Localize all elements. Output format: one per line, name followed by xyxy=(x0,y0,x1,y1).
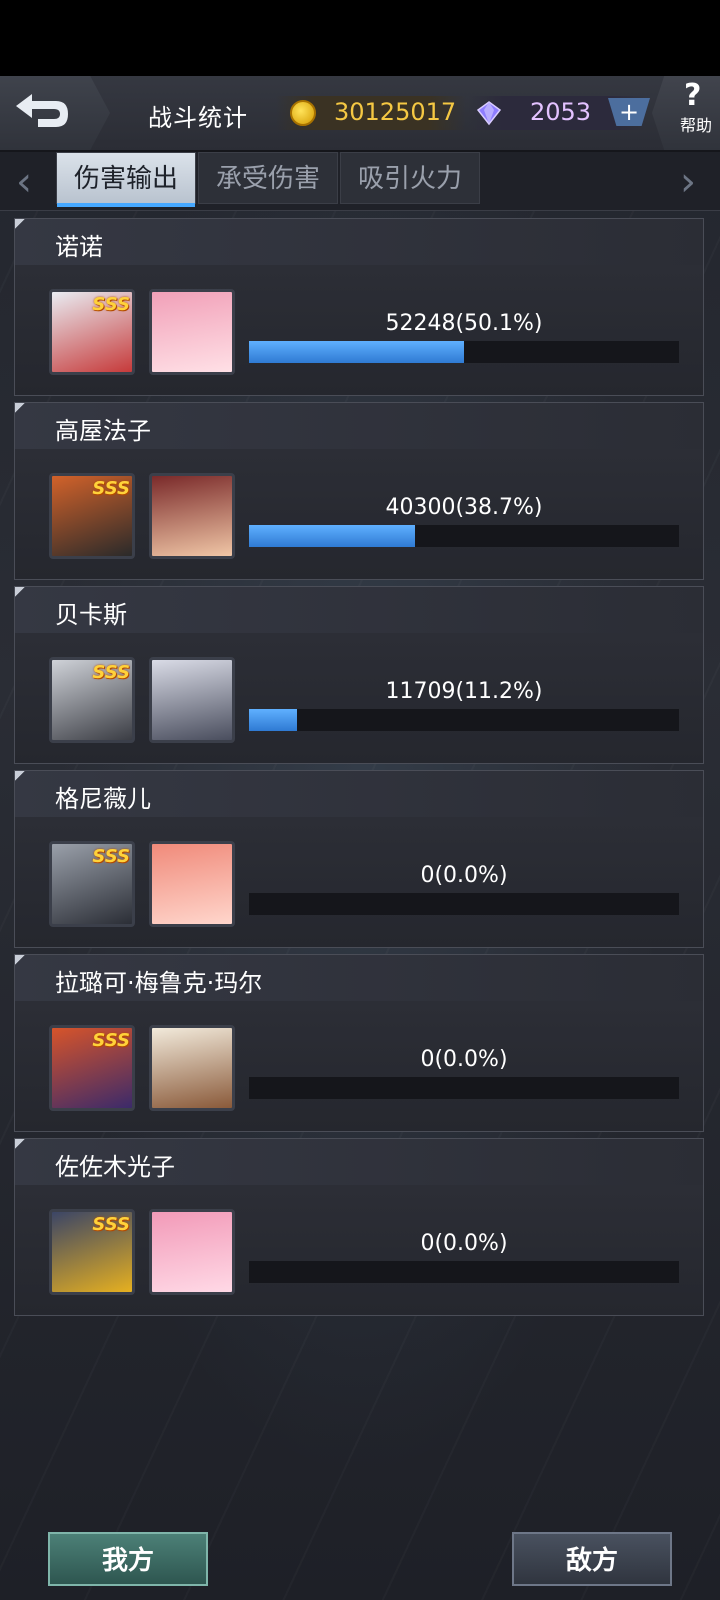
pilot-portrait[interactable] xyxy=(149,289,235,375)
damage-bar-fill xyxy=(249,709,298,731)
status-bar xyxy=(0,0,720,76)
damage-bar-track xyxy=(249,1077,679,1099)
pilot-portrait[interactable] xyxy=(149,657,235,743)
rank-badge: SSS xyxy=(92,478,130,499)
chevron-left-icon[interactable]: ‹ xyxy=(16,162,32,202)
mech-portrait[interactable]: SSS xyxy=(49,657,135,743)
pilot-row: 诺诺 SSS 52248(50.1%) xyxy=(14,218,704,396)
damage-bar-track xyxy=(249,709,679,731)
rank-badge: SSS xyxy=(92,662,130,683)
pilot-row-body: SSS 0(0.0%) xyxy=(15,1001,703,1131)
pilot-portrait[interactable] xyxy=(149,1025,235,1111)
pilot-name: 诺诺 xyxy=(55,233,103,261)
mech-portrait[interactable]: SSS xyxy=(49,1025,135,1111)
pilot-row-header: 拉璐可·梅鲁克·玛尔 xyxy=(15,955,703,1002)
pilot-portrait[interactable] xyxy=(149,473,235,559)
help-label: 帮助 xyxy=(680,116,713,135)
tab-draw-fire[interactable]: 吸引火力 xyxy=(340,152,480,204)
pilot-row-body: SSS 0(0.0%) xyxy=(15,817,703,947)
tab-bar: ‹ 伤害输出 承受伤害 吸引火力 › xyxy=(0,152,720,211)
rank-badge: SSS xyxy=(92,294,130,315)
gold-value: 30125017 xyxy=(334,98,457,126)
question-icon: ? xyxy=(684,78,702,113)
mech-portrait[interactable]: SSS xyxy=(49,289,135,375)
tab-damage-taken[interactable]: 承受伤害 xyxy=(198,152,338,204)
pilot-name: 高屋法子 xyxy=(55,417,151,445)
our-side-button[interactable]: 我方 xyxy=(48,1532,208,1586)
help-button[interactable]: ? 帮助 xyxy=(652,76,720,150)
damage-stat: 0(0.0%) xyxy=(420,1047,508,1072)
mech-portrait[interactable]: SSS xyxy=(49,473,135,559)
pilot-row-body: SSS 11709(11.2%) xyxy=(15,633,703,763)
damage-stat: 40300(38.7%) xyxy=(385,495,543,520)
pilot-row-body: SSS 52248(50.1%) xyxy=(15,265,703,395)
rank-badge: SSS xyxy=(92,1214,130,1235)
damage-stat: 0(0.0%) xyxy=(420,863,508,888)
pilot-row: 格尼薇儿 SSS 0(0.0%) xyxy=(14,770,704,948)
rank-badge: SSS xyxy=(92,1030,130,1051)
chevron-right-icon[interactable]: › xyxy=(680,162,696,202)
diamond-icon xyxy=(476,101,502,126)
pilot-row-header: 诺诺 xyxy=(15,219,703,266)
back-arrow-icon xyxy=(16,94,68,127)
pilot-row-header: 格尼薇儿 xyxy=(15,771,703,818)
pilot-row: 拉璐可·梅鲁克·玛尔 SSS 0(0.0%) xyxy=(14,954,704,1132)
pilot-name: 贝卡斯 xyxy=(55,601,127,629)
damage-bar-track xyxy=(249,525,679,547)
pilot-row: 佐佐木光子 SSS 0(0.0%) xyxy=(14,1138,704,1316)
enemy-side-button[interactable]: 敌方 xyxy=(512,1532,672,1586)
rank-badge: SSS xyxy=(92,846,130,867)
gold-counter: 30125017 xyxy=(276,96,466,130)
tab-damage-output[interactable]: 伤害输出 xyxy=(56,152,196,207)
pilot-name: 格尼薇儿 xyxy=(55,785,151,813)
pilot-name: 拉璐可·梅鲁克·玛尔 xyxy=(55,969,263,997)
damage-bar-track xyxy=(249,1261,679,1283)
pilot-portrait[interactable] xyxy=(149,1209,235,1295)
pilot-row-header: 高屋法子 xyxy=(15,403,703,450)
mech-portrait[interactable]: SSS xyxy=(49,1209,135,1295)
pilot-row: 贝卡斯 SSS 11709(11.2%) xyxy=(14,586,704,764)
mech-portrait[interactable]: SSS xyxy=(49,841,135,927)
damage-stat: 11709(11.2%) xyxy=(385,679,543,704)
pilot-name: 佐佐木光子 xyxy=(55,1153,175,1181)
pilot-row-body: SSS 0(0.0%) xyxy=(15,1185,703,1315)
top-bar: 战斗统计 30125017 2053 + ? 帮助 xyxy=(0,76,720,152)
pilot-row-body: SSS 40300(38.7%) xyxy=(15,449,703,579)
back-button[interactable] xyxy=(0,76,110,150)
damage-stat: 0(0.0%) xyxy=(420,1231,508,1256)
page-title: 战斗统计 xyxy=(148,104,248,132)
damage-bar-fill xyxy=(249,341,465,363)
coin-icon xyxy=(290,100,316,126)
damage-bar-track xyxy=(249,893,679,915)
damage-bar-track xyxy=(249,341,679,363)
pilot-row-header: 贝卡斯 xyxy=(15,587,703,634)
damage-bar-fill xyxy=(249,525,416,547)
pilot-row-header: 佐佐木光子 xyxy=(15,1139,703,1186)
pilot-row: 高屋法子 SSS 40300(38.7%) xyxy=(14,402,704,580)
pilot-portrait[interactable] xyxy=(149,841,235,927)
gem-value: 2053 xyxy=(530,98,592,126)
damage-stat: 52248(50.1%) xyxy=(385,311,543,336)
